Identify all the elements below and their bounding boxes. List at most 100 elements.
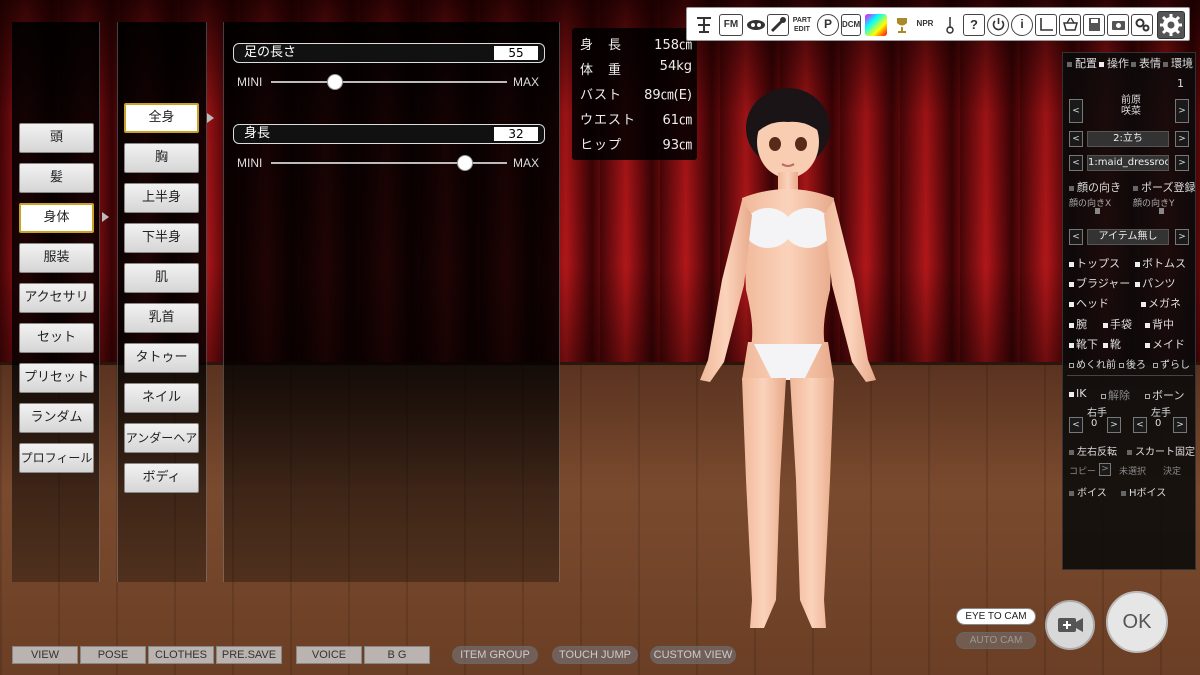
gears-icon[interactable] (1131, 14, 1153, 36)
face-direction-toggle[interactable]: 顔の向き (1069, 179, 1121, 195)
right-hand-next[interactable]: > (1107, 417, 1121, 433)
power-icon[interactable] (987, 14, 1009, 36)
toggle-gloves[interactable]: 手袋 (1103, 316, 1132, 332)
right-hand-prev[interactable]: < (1069, 417, 1083, 433)
toggle-flip-front[interactable]: めくれ前 (1069, 356, 1116, 371)
voice-toggle[interactable]: ボイス (1069, 484, 1107, 499)
toggle-bottoms[interactable]: ボトムス (1135, 255, 1186, 271)
eyes-icon[interactable] (745, 14, 767, 36)
eye-to-cam-button[interactable]: EYE TO CAM (956, 608, 1036, 625)
toggle-tops[interactable]: トップス (1069, 255, 1120, 271)
dcm-icon[interactable]: DCM (841, 14, 861, 36)
part-edit-icon[interactable]: PART EDIT (791, 14, 813, 36)
tab-operation[interactable]: 操作 (1099, 55, 1129, 71)
toggle-glasses[interactable]: メガネ (1141, 295, 1181, 311)
kanji-icon[interactable] (693, 14, 715, 36)
sub-tattoo-button[interactable]: タトゥー (124, 343, 199, 373)
toggle-bra[interactable]: ブラジャー (1069, 275, 1130, 291)
h-voice-toggle[interactable]: Hボイス (1121, 484, 1166, 499)
leg-length-knob[interactable] (326, 74, 343, 90)
sub-lower-body-button[interactable]: 下半身 (124, 223, 199, 253)
category-random-button[interactable]: ランダム (19, 403, 94, 433)
bone-toggle[interactable]: ボーン (1145, 387, 1184, 403)
item-prev-button[interactable]: < (1069, 229, 1083, 245)
decide-button[interactable]: 決定 (1163, 464, 1181, 477)
pose-prev-button[interactable]: < (1069, 131, 1083, 147)
settings-gear-icon[interactable] (1157, 11, 1185, 39)
category-profile-button[interactable]: プロフィール (19, 443, 94, 473)
skirt-fix-toggle[interactable]: スカート固定 (1127, 443, 1195, 458)
sub-nipple-button[interactable]: 乳首 (124, 303, 199, 333)
face-x-slider[interactable] (1095, 208, 1100, 214)
category-head-button[interactable]: 頭 (19, 123, 94, 153)
toggle-panties[interactable]: パンツ (1135, 275, 1176, 291)
view-button[interactable]: VIEW (12, 646, 78, 664)
toggle-back-flip[interactable]: 後ろ (1119, 356, 1146, 371)
toggle-arm[interactable]: 腕 (1069, 316, 1087, 332)
motion-prev-button[interactable]: < (1069, 155, 1083, 171)
ok-button[interactable]: OK (1106, 591, 1168, 653)
face-y-slider[interactable] (1159, 208, 1164, 214)
toggle-shoes[interactable]: 靴 (1103, 336, 1121, 352)
trophy-icon[interactable] (891, 14, 913, 36)
pendulum-icon[interactable] (939, 14, 961, 36)
item-field[interactable]: アイテム無し (1087, 229, 1169, 245)
pose-button[interactable]: POSE (80, 646, 146, 664)
add-camera-button[interactable] (1045, 600, 1095, 650)
char-prev-button[interactable]: < (1069, 99, 1083, 123)
left-hand-prev[interactable]: < (1133, 417, 1147, 433)
item-next-button[interactable]: > (1175, 229, 1189, 245)
copy-arrow-button[interactable]: > (1099, 463, 1111, 476)
pose-field[interactable]: 2:立ち (1087, 131, 1169, 147)
sub-upper-body-button[interactable]: 上半身 (124, 183, 199, 213)
pose-next-button[interactable]: > (1175, 131, 1189, 147)
release-toggle[interactable]: 解除 (1101, 387, 1130, 403)
custom-view-button[interactable]: CUSTOM VIEW (650, 646, 736, 664)
color-palette-icon[interactable] (865, 14, 887, 36)
tab-expression[interactable]: 表情 (1131, 55, 1161, 71)
pose-save-toggle[interactable]: ポーズ登録 (1133, 179, 1195, 195)
basket-icon[interactable] (1059, 14, 1081, 36)
category-set-button[interactable]: セット (19, 323, 94, 353)
height-value[interactable]: 32 (494, 127, 538, 141)
category-clothing-button[interactable]: 服装 (19, 243, 94, 273)
camera-icon[interactable] (1107, 14, 1129, 36)
sub-chest-button[interactable]: 胸 (124, 143, 199, 173)
touch-jump-button[interactable]: TOUCH JUMP (552, 646, 638, 664)
bg-button[interactable]: B G (364, 646, 430, 664)
toggle-socks[interactable]: 靴下 (1069, 336, 1098, 352)
tool-icon[interactable] (767, 14, 789, 36)
sub-whole-body-button[interactable]: 全身 (124, 103, 199, 133)
left-hand-next[interactable]: > (1173, 417, 1187, 433)
toggle-shift[interactable]: ずらし (1153, 356, 1190, 371)
graph-icon[interactable] (1035, 14, 1057, 36)
pre-save-button[interactable]: PRE.SAVE (216, 646, 282, 664)
copy-label[interactable]: コピー (1069, 464, 1096, 477)
sub-skin-button[interactable]: 肌 (124, 263, 199, 293)
height-knob[interactable] (456, 155, 473, 171)
category-hair-button[interactable]: 髪 (19, 163, 94, 193)
leg-length-track[interactable] (271, 81, 507, 83)
fm-icon[interactable]: FM (719, 14, 743, 36)
p-icon[interactable]: P (817, 14, 839, 36)
leg-length-value[interactable]: 55 (494, 46, 538, 60)
save-icon[interactable] (1083, 14, 1105, 36)
motion-next-button[interactable]: > (1175, 155, 1189, 171)
category-accessory-button[interactable]: アクセサリ (19, 283, 94, 313)
auto-cam-button[interactable]: AUTO CAM (956, 632, 1036, 649)
sub-body-button[interactable]: ボディ (124, 463, 199, 493)
toggle-head[interactable]: ヘッド (1069, 295, 1109, 311)
toggle-back[interactable]: 背中 (1145, 316, 1174, 332)
tab-environment[interactable]: 環境 (1163, 55, 1193, 71)
character-model[interactable] (680, 80, 900, 650)
voice-button[interactable]: VOICE (296, 646, 362, 664)
npr-icon[interactable]: NPR (913, 14, 937, 36)
info-icon[interactable]: i (1011, 14, 1033, 36)
toggle-maid[interactable]: メイド (1145, 336, 1185, 352)
lr-flip-toggle[interactable]: 左右反転 (1069, 443, 1117, 458)
tab-placement[interactable]: 配置 (1067, 55, 1097, 71)
help-icon[interactable]: ? (963, 14, 985, 36)
sub-underhair-button[interactable]: アンダーヘア (124, 423, 199, 453)
ik-toggle[interactable]: IK (1069, 387, 1086, 400)
category-body-button[interactable]: 身体 (19, 203, 94, 233)
